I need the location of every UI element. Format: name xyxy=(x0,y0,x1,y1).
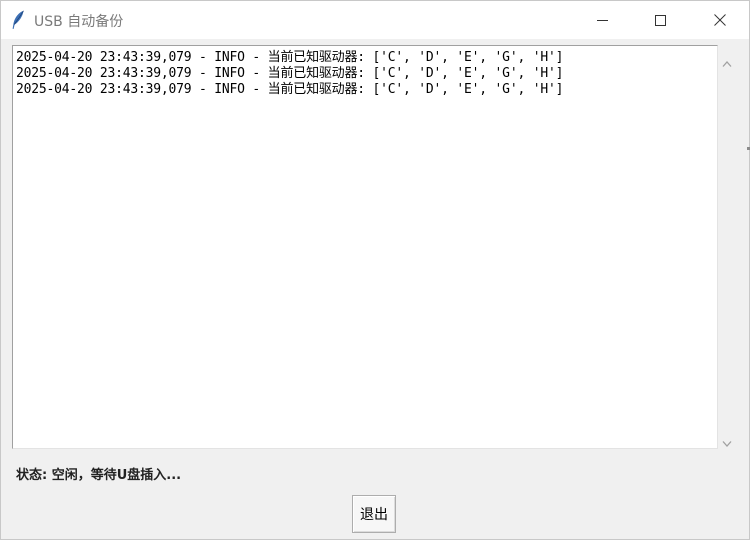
log-scrollbar[interactable] xyxy=(718,45,736,449)
app-window: USB 自动备份 2025-04-20 23:43:39,079 - INFO … xyxy=(0,0,750,540)
log-line: 2025-04-20 23:43:39,079 - INFO - 当前已知驱动器… xyxy=(16,50,564,65)
exit-button[interactable]: 退出 xyxy=(352,495,396,533)
minimize-button[interactable] xyxy=(573,1,631,39)
scroll-down-icon[interactable] xyxy=(722,433,732,447)
close-button[interactable] xyxy=(691,1,749,39)
minimize-icon xyxy=(596,15,608,26)
maximize-button[interactable] xyxy=(631,1,689,39)
log-line: 2025-04-20 23:43:39,079 - INFO - 当前已知驱动器… xyxy=(16,66,564,81)
log-textbox[interactable]: 2025-04-20 23:43:39,079 - INFO - 当前已知驱动器… xyxy=(12,45,718,449)
close-icon xyxy=(714,14,726,26)
status-label: 状态: 空闲，等待U盘插入... xyxy=(16,468,182,483)
window-title: USB 自动备份 xyxy=(34,14,124,30)
log-line: 2025-04-20 23:43:39,079 - INFO - 当前已知驱动器… xyxy=(16,82,564,97)
scroll-up-icon[interactable] xyxy=(722,53,732,67)
feather-icon xyxy=(11,10,25,30)
maximize-icon xyxy=(654,14,666,26)
title-bar[interactable]: USB 自动备份 xyxy=(1,1,749,39)
